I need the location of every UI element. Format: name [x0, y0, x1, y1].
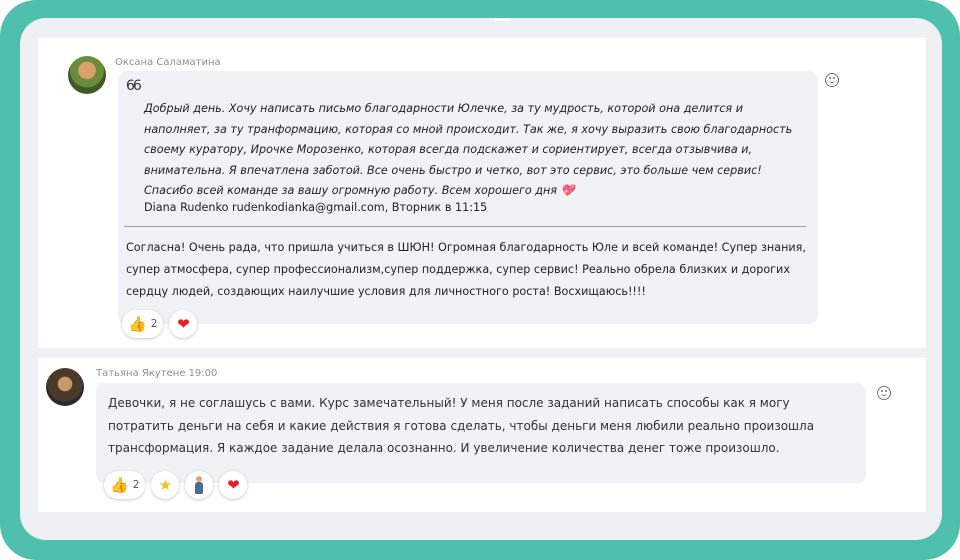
reaction-heart[interactable]: ❤	[169, 310, 198, 338]
comment-card: Оксана Саламатина 66 Добрый день. Хочу н…	[38, 38, 926, 348]
reaction-thumbs-up[interactable]: 👍 2	[122, 310, 164, 338]
quoted-message: Добрый день. Хочу написать письмо благод…	[144, 102, 793, 198]
add-reaction-icon[interactable]	[825, 73, 839, 87]
comment-text: Девочки, я не соглашусь с вами. Курс зам…	[108, 396, 815, 455]
thumbs-up-icon: 👍	[110, 475, 129, 494]
reaction-count: 2	[150, 318, 158, 330]
avatar[interactable]	[46, 368, 84, 406]
reaction-bar: 👍 2 ❤	[122, 310, 198, 338]
heart-icon: ❤	[177, 314, 190, 333]
avatar[interactable]	[68, 56, 106, 94]
comment-author[interactable]: Татьяна Якутене 19:00	[96, 368, 217, 379]
reaction-heart[interactable]: ❤	[219, 471, 248, 499]
quoted-signature: Diana Rudenko rudenkodianka@gmail.com, В…	[144, 201, 488, 214]
reaction-count: 2	[132, 479, 140, 491]
reaction-star[interactable]: ★	[151, 471, 180, 499]
reaction-bar: 👍 2 ★ ❤	[104, 471, 248, 499]
comment-text: Согласна! Очень рада, что пришла учиться…	[126, 241, 806, 298]
add-reaction-icon[interactable]	[877, 386, 891, 400]
frame-notch	[494, 18, 510, 21]
quote-icon: 66	[126, 78, 142, 94]
reaction-thumbs-up[interactable]: 👍 2	[104, 471, 146, 499]
comment-bubble: 66 Добрый день. Хочу написать письмо бла…	[118, 71, 818, 324]
reaction-person[interactable]	[185, 471, 214, 499]
thumbs-up-icon: 👍	[128, 314, 147, 333]
comment-author[interactable]: Оксана Саламатина	[115, 57, 221, 68]
quote-divider	[124, 226, 806, 227]
comment-bubble: Девочки, я не соглашусь с вами. Курс зам…	[96, 383, 866, 483]
person-standing-icon	[194, 476, 204, 494]
star-icon: ★	[158, 475, 173, 494]
comment-card: Татьяна Якутене 19:00 Девочки, я не согл…	[38, 358, 926, 512]
heart-icon: ❤	[227, 475, 240, 494]
